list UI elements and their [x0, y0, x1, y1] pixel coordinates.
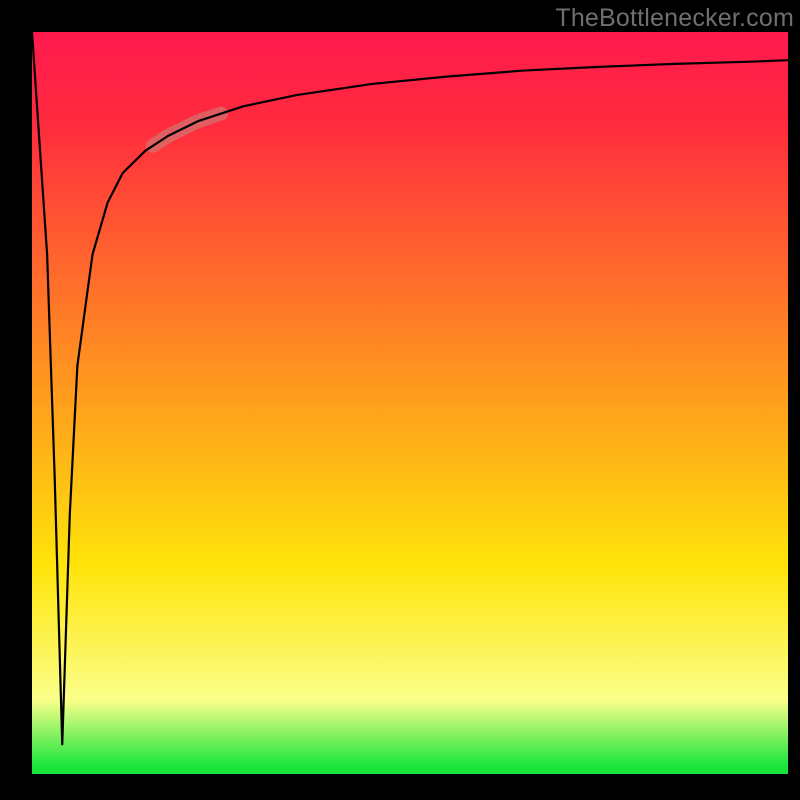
- chart-stage: TheBottlenecker.com: [0, 0, 800, 800]
- curve-svg: [32, 32, 788, 774]
- highlight-segment: [153, 114, 221, 146]
- plot-area: [32, 32, 788, 774]
- watermark-text: TheBottlenecker.com: [555, 4, 794, 33]
- bottleneck-curve: [32, 32, 788, 744]
